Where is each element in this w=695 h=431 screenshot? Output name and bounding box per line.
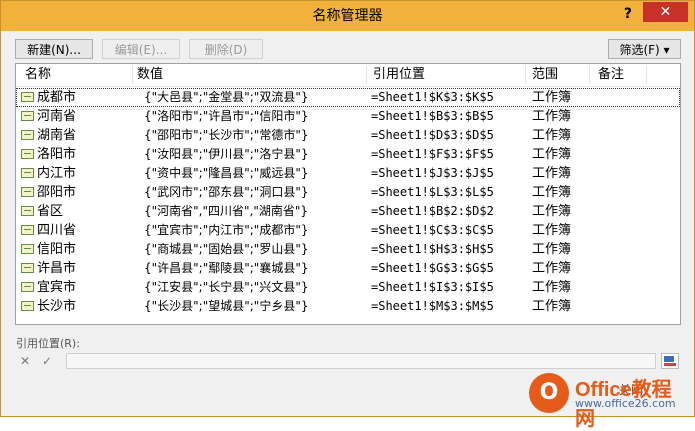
title-bar[interactable]: 名称管理器 ? ✕ xyxy=(1,1,694,31)
filter-button[interactable]: 筛选(F) ▾ xyxy=(608,39,681,59)
column-ref[interactable]: 引用位置 xyxy=(373,64,425,86)
named-range-icon xyxy=(21,187,34,197)
value-cell: {"许昌县";"鄢陵县";"襄城县"} xyxy=(144,261,309,275)
name-cell: 湖南省 xyxy=(37,128,77,143)
table-row[interactable]: 河南省 {"洛阳市";"许昌市";"信阳市"} =Sheet1!$B$3:$B$… xyxy=(16,107,680,126)
table-row[interactable]: 内江市 {"资中县";"隆昌县";"威远县"} =Sheet1!$J$3:$J$… xyxy=(16,164,680,183)
cancel-icon[interactable]: ✕ xyxy=(16,353,34,369)
column-divider[interactable] xyxy=(366,66,367,84)
value-cell: {"商城县";"固始县";"罗山县"} xyxy=(144,242,309,256)
name-cell: 四川省 xyxy=(37,223,77,238)
table-row[interactable]: 信阳市 {"商城县";"固始县";"罗山县"} =Sheet1!$H$3:$H$… xyxy=(16,240,680,259)
value-cell: {"资中县";"隆昌县";"威远县"} xyxy=(144,166,309,180)
watermark-url: www.office26.com xyxy=(575,397,676,410)
table-row[interactable]: 四川省 {"宜宾市";"内江市";"成都市"} =Sheet1!$C$3:$C$… xyxy=(16,221,680,240)
table-row[interactable]: 成都市 {"大邑县";"金堂县";"双流县"} =Sheet1!$K$3:$K$… xyxy=(16,88,680,107)
value-cell: {"邵阳市";"长沙市";"常德市"} xyxy=(144,128,309,142)
edit-button[interactable]: 编辑(E)... xyxy=(102,39,180,59)
ref-label: 引用位置(R): xyxy=(16,337,80,350)
column-divider[interactable] xyxy=(646,66,647,84)
column-divider[interactable] xyxy=(589,66,590,84)
dialog-title: 名称管理器 xyxy=(312,8,383,24)
value-cell: {"汝阳县";"伊川县";"洛宁县"} xyxy=(144,147,309,161)
office-logo-icon: O xyxy=(529,373,569,413)
name-cell: 邵阳市 xyxy=(37,185,77,200)
named-range-icon xyxy=(21,206,34,216)
list-header: 名称 数值 引用位置 范围 备注 xyxy=(16,64,680,87)
table-row[interactable]: 湖南省 {"邵阳市";"长沙市";"常德市"} =Sheet1!$D$3:$D$… xyxy=(16,126,680,145)
name-cell: 省区 xyxy=(37,204,64,219)
value-cell: {"洛阳市";"许昌市";"信阳市"} xyxy=(144,109,309,123)
close-window-button[interactable]: ✕ xyxy=(643,2,688,22)
named-range-icon xyxy=(21,301,34,311)
named-range-icon xyxy=(21,111,34,121)
names-list[interactable]: 名称 数值 引用位置 范围 备注 成都市 {"大邑县";"金堂县";"双流县"}… xyxy=(15,63,681,325)
ref-cell: =Sheet1!$D$3:$D$5 xyxy=(371,128,494,142)
table-row[interactable]: 宜宾市 {"江安县";"长宁县";"兴文县"} =Sheet1!$I$3:$I$… xyxy=(16,278,680,297)
scope-cell: 工作簿 xyxy=(532,223,572,238)
named-range-icon xyxy=(21,149,34,159)
table-row[interactable]: 省区 {"河南省","四川省","湖南省"} =Sheet1!$B$2:$D$2… xyxy=(16,202,680,221)
name-manager-dialog: 名称管理器 ? ✕ 新建(N)... 编辑(E)... 删除(D) 筛选(F) … xyxy=(0,0,695,430)
name-cell: 成都市 xyxy=(37,90,77,105)
table-row[interactable]: 长沙市 {"长沙县";"望城县";"宁乡县"} =Sheet1!$M$3:$M$… xyxy=(16,297,680,316)
named-range-icon xyxy=(21,282,34,292)
scope-cell: 工作簿 xyxy=(532,280,572,295)
new-button[interactable]: 新建(N)... xyxy=(15,39,93,59)
name-cell: 河南省 xyxy=(37,109,77,124)
value-cell: {"大邑县";"金堂县";"双流县"} xyxy=(144,90,309,104)
ref-cell: =Sheet1!$F$3:$F$5 xyxy=(371,147,494,161)
named-range-icon xyxy=(21,168,34,178)
scope-cell: 工作簿 xyxy=(532,185,572,200)
scope-cell: 工作簿 xyxy=(532,242,572,257)
scope-cell: 工作簿 xyxy=(532,166,572,181)
table-row[interactable]: 许昌市 {"许昌县";"鄢陵县";"襄城县"} =Sheet1!$G$3:$G$… xyxy=(16,259,680,278)
ref-cell: =Sheet1!$K$3:$K$5 xyxy=(371,90,494,104)
named-range-icon xyxy=(21,225,34,235)
value-cell: {"江安县";"长宁县";"兴文县"} xyxy=(144,280,309,294)
column-divider[interactable] xyxy=(525,66,526,84)
value-cell: {"宜宾市";"内江市";"成都市"} xyxy=(144,223,309,237)
scope-cell: 工作簿 xyxy=(532,90,572,105)
named-range-icon xyxy=(21,92,34,102)
scope-cell: 工作簿 xyxy=(532,299,572,314)
scope-cell: 工作簿 xyxy=(532,109,572,124)
ref-cell: =Sheet1!$L$3:$L$5 xyxy=(371,185,494,199)
name-cell: 信阳市 xyxy=(37,242,77,257)
name-cell: 内江市 xyxy=(37,166,77,181)
ref-cell: =Sheet1!$G$3:$G$5 xyxy=(371,261,494,275)
column-divider[interactable] xyxy=(132,66,133,84)
column-value[interactable]: 数值 xyxy=(137,64,163,86)
confirm-icon[interactable]: ✓ xyxy=(38,353,56,369)
ref-cell: =Sheet1!$I$3:$I$5 xyxy=(371,280,494,294)
named-range-icon xyxy=(21,130,34,140)
named-range-icon xyxy=(21,263,34,273)
column-scope[interactable]: 范围 xyxy=(532,64,558,86)
ref-cell: =Sheet1!$M$3:$M$5 xyxy=(371,299,494,313)
ref-cell: =Sheet1!$H$3:$H$5 xyxy=(371,242,494,256)
ref-cell: =Sheet1!$J$3:$J$5 xyxy=(371,166,494,180)
name-cell: 长沙市 xyxy=(37,299,77,314)
scope-cell: 工作簿 xyxy=(532,204,572,219)
ref-cell: =Sheet1!$C$3:$C$5 xyxy=(371,223,494,237)
help-button[interactable]: ? xyxy=(624,1,632,27)
ref-cell: =Sheet1!$B$2:$D$2 xyxy=(371,204,494,218)
value-cell: {"河南省","四川省","湖南省"} xyxy=(144,204,309,218)
watermark: O Office教程网 www.office26.com xyxy=(529,367,689,430)
value-cell: {"长沙县";"望城县";"宁乡县"} xyxy=(144,299,309,313)
name-cell: 洛阳市 xyxy=(37,147,77,162)
scope-cell: 工作簿 xyxy=(532,261,572,276)
name-cell: 宜宾市 xyxy=(37,280,77,295)
ref-cell: =Sheet1!$B$3:$B$5 xyxy=(371,109,494,123)
named-range-icon xyxy=(21,244,34,254)
column-note[interactable]: 备注 xyxy=(598,64,624,86)
scope-cell: 工作簿 xyxy=(532,147,572,162)
value-cell: {"武冈市";"邵东县";"洞口县"} xyxy=(144,185,309,199)
table-row[interactable]: 邵阳市 {"武冈市";"邵东县";"洞口县"} =Sheet1!$L$3:$L$… xyxy=(16,183,680,202)
column-name[interactable]: 名称 xyxy=(25,64,51,86)
delete-button[interactable]: 删除(D) xyxy=(189,39,263,59)
scope-cell: 工作簿 xyxy=(532,128,572,143)
table-row[interactable]: 洛阳市 {"汝阳县";"伊川县";"洛宁县"} =Sheet1!$F$3:$F$… xyxy=(16,145,680,164)
name-cell: 许昌市 xyxy=(37,261,77,276)
